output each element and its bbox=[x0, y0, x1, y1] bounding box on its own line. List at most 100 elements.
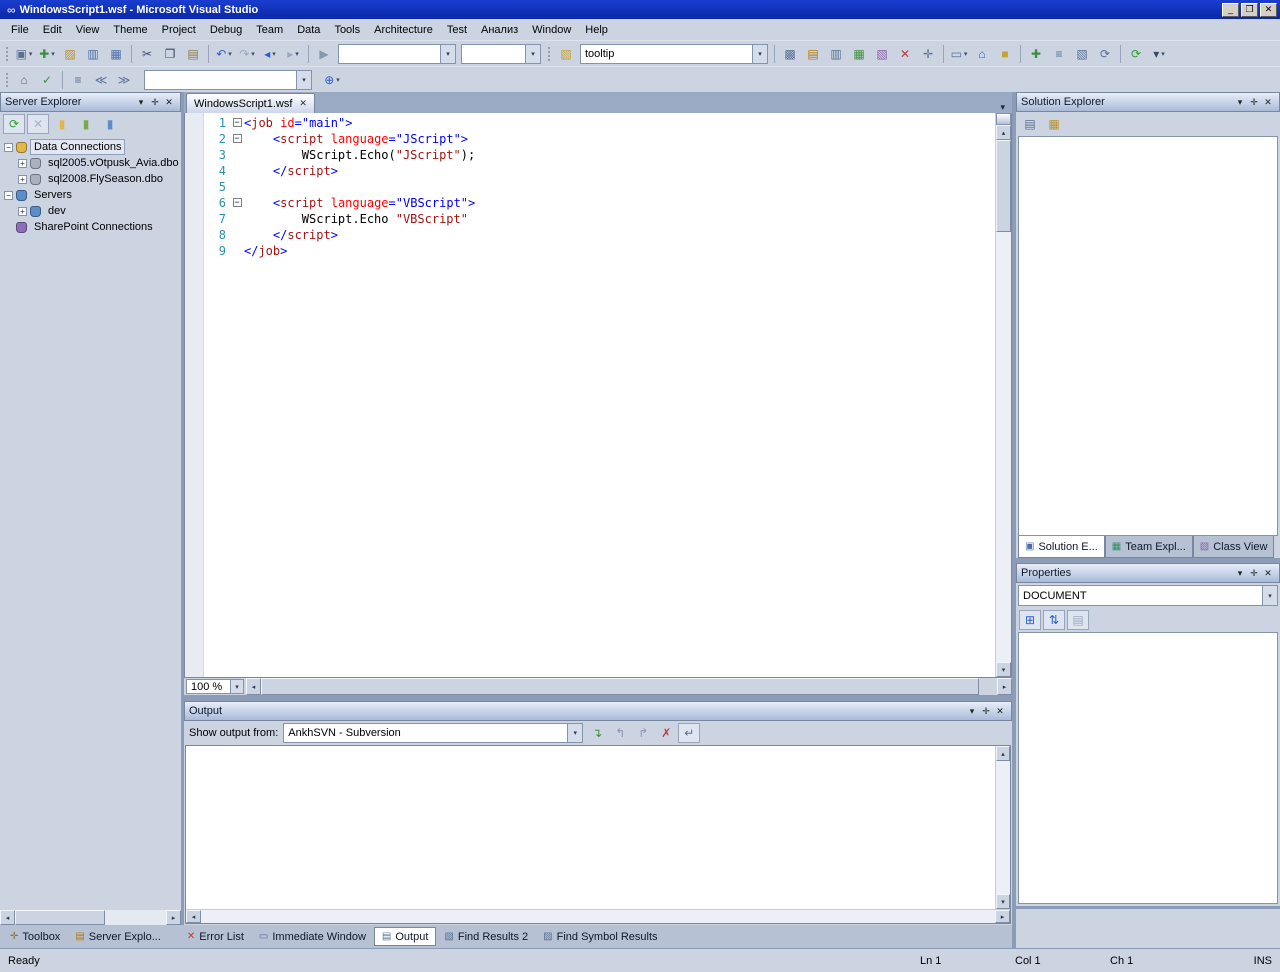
scroll-up-icon[interactable]: ▴ bbox=[996, 746, 1010, 761]
add-new-item-button[interactable]: ✚ ▾ bbox=[36, 44, 58, 64]
output-vertical-scrollbar[interactable]: ▴ ▾ bbox=[995, 746, 1010, 909]
properties-button[interactable]: ▤ bbox=[1019, 114, 1041, 134]
tab-immediate-window[interactable]: ▭ Immediate Window bbox=[252, 927, 373, 946]
document-tab[interactable]: WindowsScript1.wsf ✕ bbox=[186, 93, 315, 113]
close-icon[interactable]: ✕ bbox=[1261, 97, 1275, 108]
toolbar-options-button[interactable]: ▾ ▾ bbox=[1148, 44, 1170, 64]
menu-debug[interactable]: Debug bbox=[203, 21, 249, 39]
tree-item[interactable]: SharePoint Connections bbox=[0, 219, 181, 235]
scroll-right-icon[interactable]: ▸ bbox=[997, 678, 1012, 695]
menu-tools[interactable]: Tools bbox=[327, 21, 367, 39]
code-line[interactable]: 8 </script> bbox=[204, 227, 995, 243]
code-line[interactable]: 7 WScript.Echo "VBScript" bbox=[204, 211, 995, 227]
toolbar-grip[interactable] bbox=[5, 71, 9, 88]
tree-item[interactable]: + sql2005.vOtpusk_Avia.dbo bbox=[0, 155, 181, 171]
menu-theme[interactable]: Theme bbox=[106, 21, 154, 39]
pin-icon[interactable]: ✛ bbox=[1247, 97, 1261, 108]
open-file-button[interactable]: ▨ bbox=[59, 44, 81, 64]
properties-grid[interactable] bbox=[1018, 632, 1278, 904]
menu-window[interactable]: Window bbox=[525, 21, 578, 39]
code-editor[interactable]: 1− <job id="main"> 2− <script language="JS… bbox=[184, 113, 1012, 678]
dropdown-arrow-icon[interactable]: ▾ bbox=[251, 50, 255, 58]
error-list-button[interactable]: ✕ bbox=[894, 44, 916, 64]
expand-icon[interactable]: + bbox=[18, 158, 27, 168]
scroll-up-icon[interactable]: ▴ bbox=[996, 125, 1011, 140]
increase-indent-button[interactable]: ≫ bbox=[113, 70, 135, 90]
menu-team[interactable]: Team bbox=[249, 21, 290, 39]
collapse-icon[interactable]: − bbox=[4, 190, 13, 200]
pin-icon[interactable]: ✛ bbox=[979, 706, 993, 717]
scrollbar-track[interactable] bbox=[996, 232, 1011, 662]
save-button[interactable]: ▥ bbox=[82, 44, 104, 64]
object-browser-button[interactable]: ▦ bbox=[848, 44, 870, 64]
code-line[interactable]: 9 </job> bbox=[204, 243, 995, 259]
history-button[interactable]: ⟳ bbox=[1094, 44, 1116, 64]
alphabetical-button[interactable]: ⇅ bbox=[1043, 610, 1065, 630]
dropdown-arrow-icon[interactable]: ▾ bbox=[230, 680, 243, 693]
save-all-button[interactable]: ▦ bbox=[105, 44, 127, 64]
window-menu-icon[interactable]: ▾ bbox=[1233, 97, 1247, 108]
dropdown-arrow-icon[interactable]: ▾ bbox=[567, 724, 583, 742]
dropdown-arrow-icon[interactable]: ▾ bbox=[1161, 50, 1165, 58]
scrollbar-track[interactable] bbox=[996, 761, 1010, 894]
dropdown-arrow-icon[interactable]: ▾ bbox=[752, 44, 767, 63]
menu-project[interactable]: Project bbox=[155, 21, 203, 39]
solution-explorer-titlebar[interactable]: Solution Explorer ▾ ✛ ✕ bbox=[1016, 92, 1280, 112]
code-line[interactable]: 1− <job id="main"> bbox=[204, 115, 995, 131]
tab-find-symbol-results[interactable]: ▨ Find Symbol Results bbox=[536, 927, 664, 946]
menu-data[interactable]: Data bbox=[290, 21, 327, 39]
show-all-files-button[interactable]: ▦ bbox=[1043, 114, 1065, 134]
tab-find-results-2[interactable]: ▧ Find Results 2 bbox=[437, 927, 535, 946]
tab-toolbox[interactable]: ✛ Toolbox bbox=[3, 927, 67, 946]
target-schema-combo[interactable]: ▾ bbox=[144, 69, 312, 90]
view-in-browser-button[interactable]: ⌂ bbox=[13, 70, 35, 90]
format-document-button[interactable]: ≡ bbox=[67, 70, 89, 90]
tab-solution-e[interactable]: ▣ Solution E... bbox=[1018, 536, 1105, 558]
solution-platforms-combo[interactable]: ▾ bbox=[461, 43, 541, 64]
collapse-region-icon[interactable]: − bbox=[232, 198, 242, 207]
pin-icon[interactable]: ✛ bbox=[1247, 568, 1261, 579]
tab-output[interactable]: ▤ Output bbox=[373, 927, 437, 946]
scroll-left-icon[interactable]: ◂ bbox=[246, 678, 261, 695]
toolbox-button[interactable]: ✛ bbox=[917, 44, 939, 64]
output-source-combo[interactable]: AnkhSVN - Subversion ▾ bbox=[283, 723, 584, 743]
pin-icon[interactable]: ✛ bbox=[148, 97, 162, 108]
copy-button[interactable]: ❐ bbox=[159, 44, 181, 64]
web-browser-button[interactable]: ⌂ bbox=[971, 44, 993, 64]
close-tab-icon[interactable]: ✕ bbox=[299, 98, 307, 109]
connect-to-server-button[interactable]: ▮ bbox=[99, 114, 121, 134]
tab-team-expl[interactable]: ▦ Team Expl... bbox=[1104, 536, 1193, 558]
menu-view[interactable]: View bbox=[69, 21, 107, 39]
dropdown-arrow-icon[interactable]: ▾ bbox=[228, 50, 232, 58]
find-options-button[interactable]: ▧ bbox=[555, 44, 577, 64]
tab-server-explo[interactable]: ▤ Server Explo... bbox=[68, 927, 168, 946]
properties-object-combo[interactable]: DOCUMENT ▾ bbox=[1018, 585, 1278, 606]
refresh-button[interactable]: ⟳ bbox=[1125, 44, 1147, 64]
tree-item[interactable]: + sql2008.FlySeason.dbo bbox=[0, 171, 181, 187]
tree-item[interactable]: + dev bbox=[0, 203, 181, 219]
scroll-left-icon[interactable]: ◂ bbox=[0, 910, 15, 925]
output-text-area[interactable] bbox=[186, 746, 995, 909]
stop-refresh-button[interactable]: ✕ bbox=[27, 114, 49, 134]
toggle-word-wrap-button[interactable]: ↵ bbox=[678, 723, 701, 743]
create-new-sql-database-button[interactable]: ▮ bbox=[75, 114, 97, 134]
close-icon[interactable]: ✕ bbox=[993, 706, 1007, 717]
scrollbar-thumb[interactable] bbox=[996, 140, 1011, 232]
scrollbar-track[interactable] bbox=[201, 910, 995, 923]
scroll-down-icon[interactable]: ▾ bbox=[996, 894, 1010, 909]
toolbar-grip[interactable] bbox=[547, 45, 551, 62]
cut-button[interactable]: ✂ bbox=[136, 44, 158, 64]
class-view-button[interactable]: ▧ bbox=[871, 44, 893, 64]
dropdown-arrow-icon[interactable]: ▾ bbox=[336, 76, 340, 84]
code-line[interactable]: 3 WScript.Echo("JScript"); bbox=[204, 147, 995, 163]
goto-previous-message-button[interactable]: ↰ bbox=[609, 723, 631, 743]
categorized-button[interactable]: ⊞ bbox=[1019, 610, 1041, 630]
dropdown-arrow-icon[interactable]: ▾ bbox=[272, 50, 276, 58]
navigate-backward-button[interactable]: ◂ ▾ bbox=[259, 44, 281, 64]
connect-to-database-button[interactable]: ▮ bbox=[51, 114, 73, 134]
solution-configurations-combo[interactable]: ▾ bbox=[338, 43, 456, 64]
dropdown-arrow-icon[interactable]: ▾ bbox=[295, 50, 299, 58]
menu-file[interactable]: File bbox=[4, 21, 36, 39]
expand-icon[interactable]: + bbox=[18, 174, 27, 184]
expand-icon[interactable]: + bbox=[18, 206, 27, 216]
